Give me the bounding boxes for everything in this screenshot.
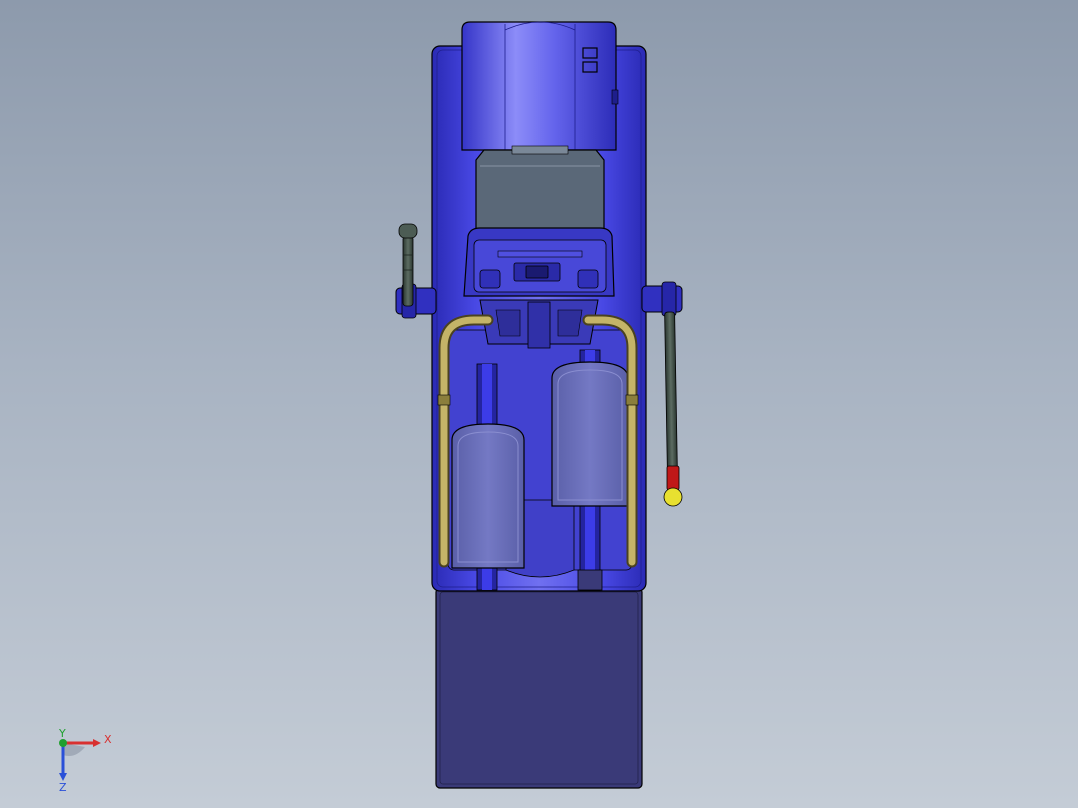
lower-tray[interactable] — [435, 587, 643, 789]
motor-cylinder[interactable] — [461, 21, 619, 151]
left-foot-pad[interactable] — [451, 423, 525, 569]
control-console[interactable] — [463, 227, 615, 297]
z-axis-label: Z — [59, 781, 67, 794]
left-bracket[interactable] — [395, 283, 437, 319]
right-bracket[interactable] — [641, 281, 683, 317]
right-foot-pad[interactable] — [551, 361, 629, 507]
graphics-viewport[interactable] — [0, 0, 1078, 808]
right-lever-handle[interactable] — [663, 311, 683, 507]
display-panel[interactable] — [475, 145, 605, 233]
z-axis-head — [59, 773, 67, 781]
model-view[interactable] — [0, 0, 1078, 808]
x-axis-head — [93, 739, 101, 747]
orientation-triad[interactable]: X Y Z — [45, 725, 125, 795]
y-axis-label: Y — [58, 727, 66, 740]
y-axis-dot — [59, 739, 67, 747]
x-axis-label: X — [104, 733, 112, 746]
switch-icon[interactable] — [513, 262, 561, 282]
console-pedestal[interactable] — [479, 299, 599, 349]
